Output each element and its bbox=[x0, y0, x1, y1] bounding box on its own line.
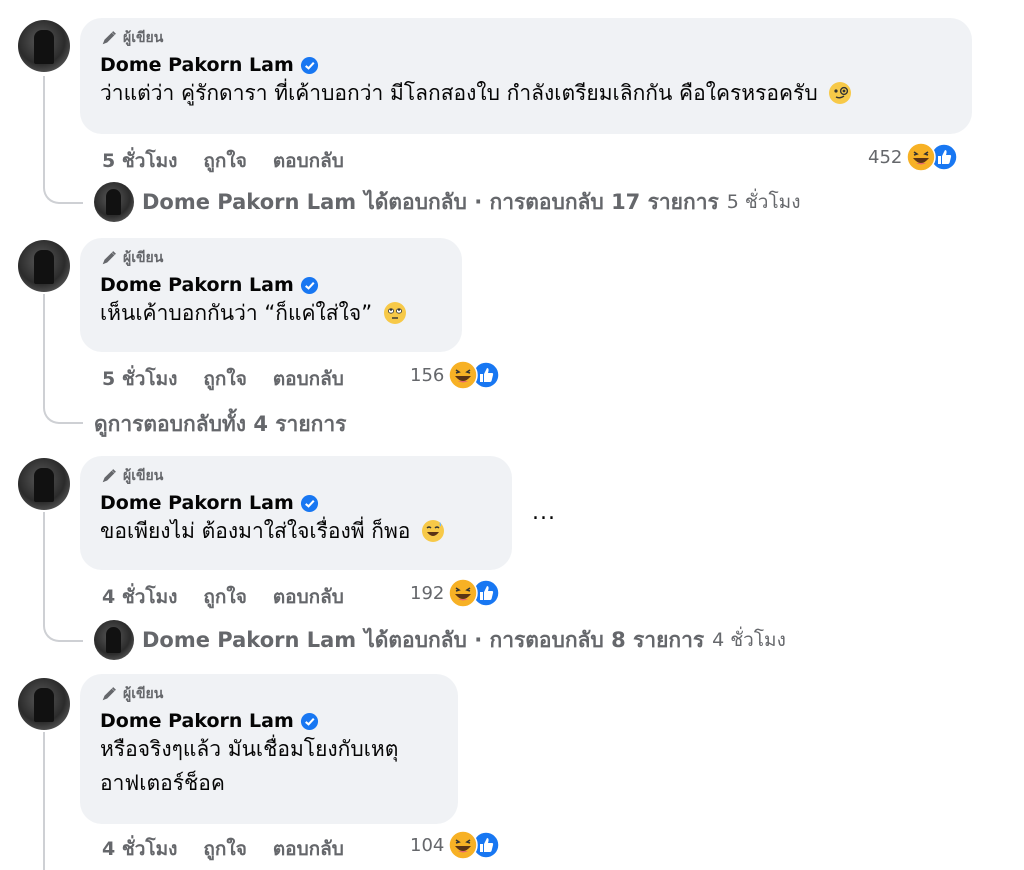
reply-summary[interactable]: Dome Pakorn Lam ได้ตอบกลับ · การตอบกลับ … bbox=[94, 620, 786, 660]
comment-thread: ผู้เขียน Dome Pakorn Lam ว่าแต่ว่า คู่รั… bbox=[0, 0, 1024, 870]
comment-time[interactable]: 5 ชั่วโมง bbox=[102, 146, 177, 176]
pencil-mic-icon bbox=[102, 469, 116, 483]
verified-badge-icon bbox=[300, 56, 318, 74]
rolling-eyes-emoji bbox=[383, 302, 406, 324]
thread-line-curve bbox=[43, 182, 83, 204]
reaction-count: 104 bbox=[410, 834, 445, 856]
reaction-count: 192 bbox=[410, 582, 445, 604]
comment-text: ว่าแต่ว่า คู่รักดารา ที่เค้าบอกว่า มีโลก… bbox=[100, 78, 950, 108]
comment-bubble: ผู้เขียน Dome Pakorn Lam หรือจริงๆแล้ว ม… bbox=[80, 674, 458, 824]
haha-reaction-icon bbox=[906, 142, 937, 172]
comment-text: ขอเพียงไม่ ต้องมาใส่ใจเรื่องพี่ ก็พอ bbox=[100, 516, 490, 546]
comment-text-line-2: อาฟเตอร์ช็อค bbox=[100, 771, 225, 795]
comment-time[interactable]: 5 ชั่วโมง bbox=[102, 364, 177, 394]
commenter-name[interactable]: Dome Pakorn Lam bbox=[100, 274, 294, 296]
reaction-count: 156 bbox=[410, 364, 445, 386]
reply-time: 4 ชั่วโมง bbox=[712, 629, 786, 651]
reply-link[interactable]: ตอบกลับ bbox=[273, 582, 344, 612]
comment-text-line-1: หรือจริงๆแล้ว มันเชื่อมโยงกับเหตุ bbox=[100, 737, 399, 761]
grinning-sweat-emoji bbox=[422, 520, 445, 542]
comment-bubble: ผู้เขียน Dome Pakorn Lam เห็นเค้าบอกกันว… bbox=[80, 238, 462, 352]
comment-meta: 4 ชั่วโมง ถูกใจ ตอบกลับ bbox=[102, 834, 370, 864]
view-all-replies-link[interactable]: ดูการตอบกลับทั้ง 4 รายการ bbox=[94, 408, 346, 441]
avatar[interactable] bbox=[18, 240, 70, 292]
avatar bbox=[94, 620, 134, 660]
reaction-count: 452 bbox=[868, 146, 903, 168]
reply-summary[interactable]: Dome Pakorn Lam ได้ตอบกลับ · การตอบกลับ … bbox=[94, 182, 800, 222]
like-link[interactable]: ถูกใจ bbox=[203, 582, 246, 612]
haha-reaction-icon bbox=[448, 360, 479, 390]
commenter-name[interactable]: Dome Pakorn Lam bbox=[100, 492, 294, 514]
comment-text: เห็นเค้าบอกกันว่า “ก็แค่ใส่ใจ” bbox=[100, 298, 440, 328]
reaction-summary[interactable]: 452 bbox=[868, 142, 959, 172]
reply-time: 5 ชั่วโมง bbox=[726, 191, 801, 213]
haha-reaction-icon bbox=[448, 830, 479, 860]
pencil-mic-icon bbox=[102, 31, 116, 45]
thread-line bbox=[43, 76, 45, 184]
like-link[interactable]: ถูกใจ bbox=[203, 364, 246, 394]
reply-link[interactable]: ตอบกลับ bbox=[273, 146, 344, 176]
thread-line bbox=[43, 732, 45, 870]
pencil-mic-icon bbox=[102, 687, 116, 701]
author-badge: ผู้เขียน bbox=[100, 684, 436, 704]
reply-action: ได้ตอบกลับ · การตอบกลับ 17 รายการ bbox=[364, 189, 719, 214]
monocle-face-emoji bbox=[829, 82, 852, 104]
author-badge-label: ผู้เขียน bbox=[123, 30, 164, 46]
like-link[interactable]: ถูกใจ bbox=[203, 834, 246, 864]
reaction-summary[interactable]: 156 bbox=[410, 360, 501, 390]
thread-line-curve bbox=[43, 402, 83, 424]
verified-badge-icon bbox=[300, 494, 318, 512]
author-badge-label: ผู้เขียน bbox=[123, 468, 164, 484]
commenter-name[interactable]: Dome Pakorn Lam bbox=[100, 710, 294, 732]
thread-line bbox=[43, 512, 45, 622]
comment-bubble: ผู้เขียน Dome Pakorn Lam ขอเพียงไม่ ต้อง… bbox=[80, 456, 512, 570]
reaction-summary[interactable]: 192 bbox=[410, 578, 501, 608]
commenter-name[interactable]: Dome Pakorn Lam bbox=[100, 54, 294, 76]
author-badge: ผู้เขียน bbox=[100, 248, 440, 268]
avatar[interactable] bbox=[18, 20, 70, 72]
reply-author: Dome Pakorn Lam bbox=[142, 190, 357, 214]
thread-line-curve bbox=[43, 620, 83, 642]
like-link[interactable]: ถูกใจ bbox=[203, 146, 246, 176]
comment-text-body: ว่าแต่ว่า คู่รักดารา ที่เค้าบอกว่า มีโลก… bbox=[100, 81, 818, 105]
pencil-mic-icon bbox=[102, 251, 116, 265]
author-badge: ผู้เขียน bbox=[100, 466, 490, 486]
reply-link[interactable]: ตอบกลับ bbox=[273, 364, 344, 394]
reply-action: ได้ตอบกลับ · การตอบกลับ 8 รายการ bbox=[364, 627, 705, 652]
more-options-button[interactable]: ... bbox=[532, 500, 556, 525]
comment-meta: 4 ชั่วโมง ถูกใจ ตอบกลับ bbox=[102, 582, 370, 612]
author-badge-label: ผู้เขียน bbox=[123, 686, 164, 702]
verified-badge-icon bbox=[300, 276, 318, 294]
haha-reaction-icon bbox=[448, 578, 479, 608]
comment-time[interactable]: 4 ชั่วโมง bbox=[102, 834, 177, 864]
avatar[interactable] bbox=[18, 458, 70, 510]
thread-line bbox=[43, 294, 45, 402]
view-all-replies-label: ดูการตอบกลับทั้ง 4 รายการ bbox=[94, 412, 347, 436]
avatar bbox=[94, 182, 134, 222]
author-badge-label: ผู้เขียน bbox=[123, 250, 164, 266]
reaction-summary[interactable]: 104 bbox=[410, 830, 501, 860]
reply-link[interactable]: ตอบกลับ bbox=[273, 834, 344, 864]
author-badge: ผู้เขียน bbox=[100, 28, 950, 48]
comment-bubble: ผู้เขียน Dome Pakorn Lam ว่าแต่ว่า คู่รั… bbox=[80, 18, 972, 134]
comment-text-body: เห็นเค้าบอกกันว่า “ก็แค่ใส่ใจ” bbox=[100, 301, 373, 325]
comment-text-body: ขอเพียงไม่ ต้องมาใส่ใจเรื่องพี่ ก็พอ bbox=[100, 519, 411, 543]
comment-meta: 5 ชั่วโมง ถูกใจ ตอบกลับ bbox=[102, 364, 370, 394]
comment-meta: 5 ชั่วโมง ถูกใจ ตอบกลับ bbox=[102, 146, 370, 176]
comment-time[interactable]: 4 ชั่วโมง bbox=[102, 582, 177, 612]
reply-author: Dome Pakorn Lam bbox=[142, 628, 357, 652]
avatar[interactable] bbox=[18, 678, 70, 730]
verified-badge-icon bbox=[300, 712, 318, 730]
